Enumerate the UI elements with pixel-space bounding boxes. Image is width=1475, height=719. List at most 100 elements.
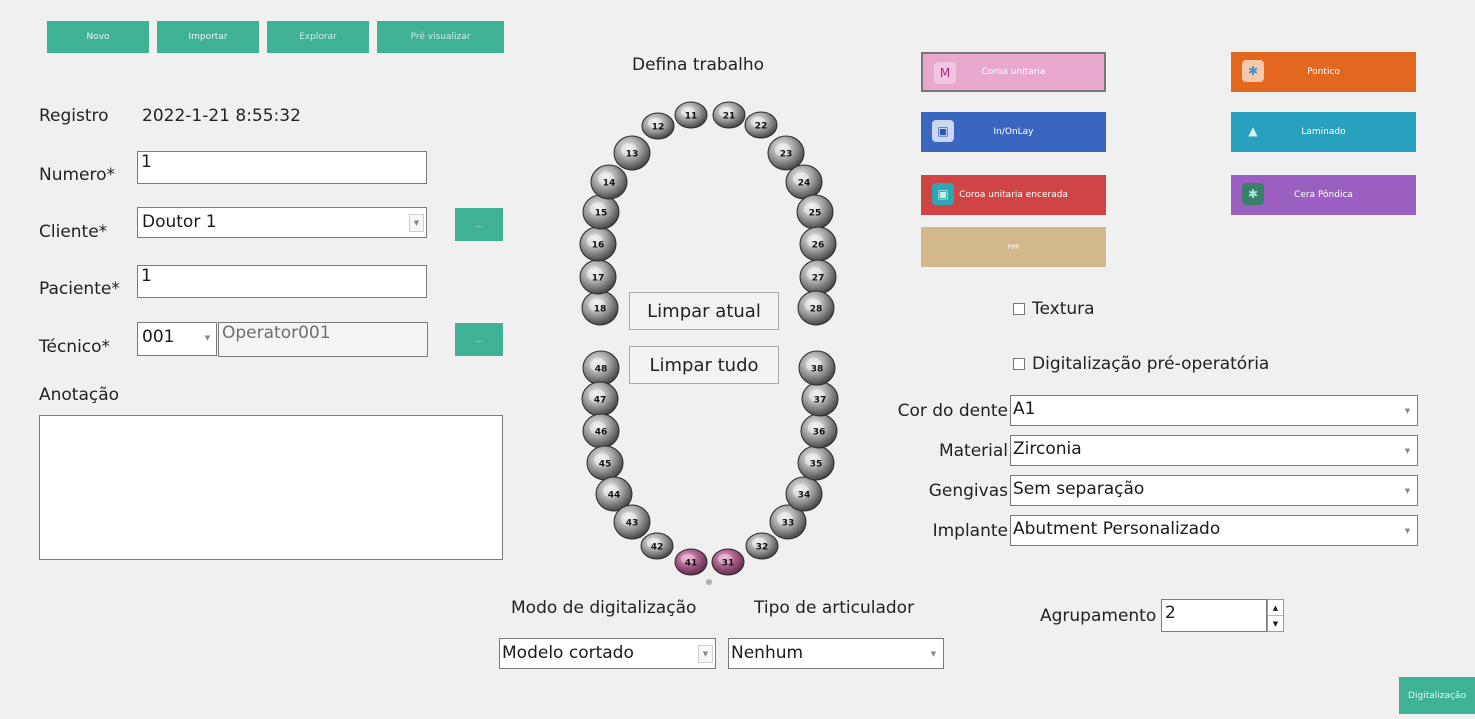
clear-current-button[interactable]: Limpar atual <box>629 292 779 330</box>
tooth-number-label: 28 <box>810 305 823 315</box>
tooth-25[interactable]: 25 <box>796 194 834 230</box>
chevron-down-icon[interactable]: ▼ <box>1400 442 1415 460</box>
tooth-26[interactable]: 26 <box>799 226 837 262</box>
tooth-number-label: 33 <box>782 519 795 529</box>
scan-button[interactable]: Digitalização <box>1399 677 1475 714</box>
paciente-label: Paciente* <box>39 279 120 299</box>
numero-input[interactable]: 1 <box>137 151 427 184</box>
tooth-15[interactable]: 15 <box>582 194 620 230</box>
tooth-36[interactable]: 36 <box>800 413 838 449</box>
tooth-27[interactable]: 27 <box>799 259 837 295</box>
articulador-value: Nenhum <box>731 643 804 663</box>
tooth-number-label: 38 <box>811 365 824 375</box>
tooth-number-label: 22 <box>755 122 768 132</box>
new-button[interactable]: Novo <box>47 21 149 53</box>
tooth-35[interactable]: 35 <box>797 445 835 481</box>
work-type-label: Coroa unitaria <box>981 67 1046 77</box>
agrupamento-spinner[interactable]: ▲ ▼ <box>1267 599 1284 632</box>
tecnico-more-button[interactable]: ... <box>455 323 503 356</box>
agrupamento-input[interactable]: 2 <box>1161 599 1267 632</box>
cliente-select[interactable]: Doutor 1 ▼ <box>137 207 427 238</box>
work-type-coroa-encerada-button[interactable]: ▣ Coroa unitaria encerada <box>921 175 1106 215</box>
tooth-11[interactable]: 11 <box>674 101 708 129</box>
clear-all-button[interactable]: Limpar tudo <box>629 346 779 384</box>
articulador-select[interactable]: Nenhum ▼ <box>728 638 944 669</box>
tecnico-label: Técnico* <box>39 337 111 357</box>
explore-button[interactable]: Explorar <box>267 21 369 53</box>
implante-select[interactable]: Abutment Personalizado ▼ <box>1010 515 1418 546</box>
tooth-42[interactable]: 42 <box>640 532 674 560</box>
tooth-number-label: 46 <box>595 428 608 438</box>
preview-button[interactable]: Pré visualizar <box>377 21 504 53</box>
material-value: Zirconia <box>1013 439 1082 459</box>
tooth-number-label: 48 <box>595 365 608 375</box>
chevron-down-icon[interactable]: ▼ <box>926 645 941 663</box>
tooth-43[interactable]: 43 <box>613 504 651 540</box>
checkbox-box[interactable] <box>1013 303 1025 315</box>
spin-up-icon[interactable]: ▲ <box>1268 600 1283 616</box>
tooth-34[interactable]: 34 <box>785 476 823 512</box>
tooth-48[interactable]: 48 <box>582 350 620 386</box>
cliente-select-value: Doutor 1 <box>142 212 217 232</box>
tooth-45[interactable]: 45 <box>586 445 624 481</box>
work-type-label: In/OnLay <box>993 127 1034 137</box>
preop-checkbox[interactable]: Digitalização pré-operatória <box>1013 354 1269 374</box>
tooth-12[interactable]: 12 <box>641 112 675 140</box>
work-type-pontico-button[interactable]: ✱ Pontico <box>1231 52 1416 92</box>
tooth-24[interactable]: 24 <box>785 164 823 200</box>
chevron-down-icon[interactable]: ▼ <box>1400 522 1415 540</box>
work-type-coroa-unitaria-button[interactable]: М Coroa unitaria <box>921 52 1106 92</box>
tooth-47[interactable]: 47 <box>581 381 619 417</box>
tooth-21[interactable]: 21 <box>712 101 746 129</box>
cliente-more-button[interactable]: ... <box>455 208 503 241</box>
textura-label: Textura <box>1032 299 1095 319</box>
tecnico-name-field: Operator001 <box>218 322 428 357</box>
work-type-laminado-button[interactable]: ▲ Laminado <box>1231 112 1416 152</box>
wax-crown-icon: ▣ <box>932 183 954 205</box>
import-button[interactable]: Importar <box>157 21 259 53</box>
textura-checkbox[interactable]: Textura <box>1013 299 1095 319</box>
tooth-31[interactable]: 31 <box>711 548 745 576</box>
modo-select[interactable]: Modelo cortado ▼ <box>499 638 716 669</box>
tooth-41[interactable]: 41 <box>674 548 708 576</box>
cor-select[interactable]: A1 ▼ <box>1010 395 1418 426</box>
registro-label: Registro <box>39 106 109 126</box>
gengivas-label: Gengivas <box>928 481 1008 501</box>
anotacao-textarea[interactable] <box>39 415 503 560</box>
tooth-13[interactable]: 13 <box>613 135 651 171</box>
tooth-23[interactable]: 23 <box>767 135 805 171</box>
tooth-number-label: 25 <box>809 209 822 219</box>
work-type-cera-pondica-button[interactable]: ✱ Cera Pôndica <box>1231 175 1416 215</box>
material-select[interactable]: Zirconia ▼ <box>1010 435 1418 466</box>
chevron-down-icon[interactable]: ▼ <box>200 329 215 347</box>
tooth-46[interactable]: 46 <box>582 413 620 449</box>
paciente-input[interactable]: 1 <box>137 265 427 298</box>
crown-icon: М <box>934 62 956 84</box>
spin-down-icon[interactable]: ▼ <box>1268 616 1283 631</box>
tecnico-code-select[interactable]: 001 ▼ <box>137 322 217 356</box>
tooth-22[interactable]: 22 <box>744 111 778 139</box>
gengivas-select[interactable]: Sem separação ▼ <box>1010 475 1418 506</box>
tooth-37[interactable]: 37 <box>801 381 839 417</box>
chevron-down-icon[interactable]: ▼ <box>698 645 713 663</box>
implante-label: Implante <box>932 521 1008 541</box>
tooth-number-label: 36 <box>813 428 826 438</box>
work-type-label: Coroa unitaria encerada <box>959 190 1068 200</box>
tooth-17[interactable]: 17 <box>579 259 617 295</box>
tooth-16[interactable]: 16 <box>579 226 617 262</box>
tooth-number-label: 44 <box>608 491 621 501</box>
tooth-18[interactable]: 18 <box>581 290 619 326</box>
work-type-ppr-button[interactable]: PPR <box>921 227 1106 267</box>
checkbox-box[interactable] <box>1013 358 1025 370</box>
tooth-number-label: 41 <box>685 559 698 569</box>
cliente-label: Cliente* <box>39 222 108 242</box>
work-type-inonlay-button[interactable]: ▣ In/OnLay <box>921 112 1106 152</box>
chevron-down-icon[interactable]: ▼ <box>1400 482 1415 500</box>
tooth-28[interactable]: 28 <box>797 290 835 326</box>
pontic-icon: ✱ <box>1242 60 1264 82</box>
tooth-32[interactable]: 32 <box>745 532 779 560</box>
tooth-38[interactable]: 38 <box>798 350 836 386</box>
chevron-down-icon[interactable]: ▼ <box>1400 402 1415 420</box>
chevron-down-icon[interactable]: ▼ <box>409 214 424 232</box>
tooth-14[interactable]: 14 <box>590 164 628 200</box>
